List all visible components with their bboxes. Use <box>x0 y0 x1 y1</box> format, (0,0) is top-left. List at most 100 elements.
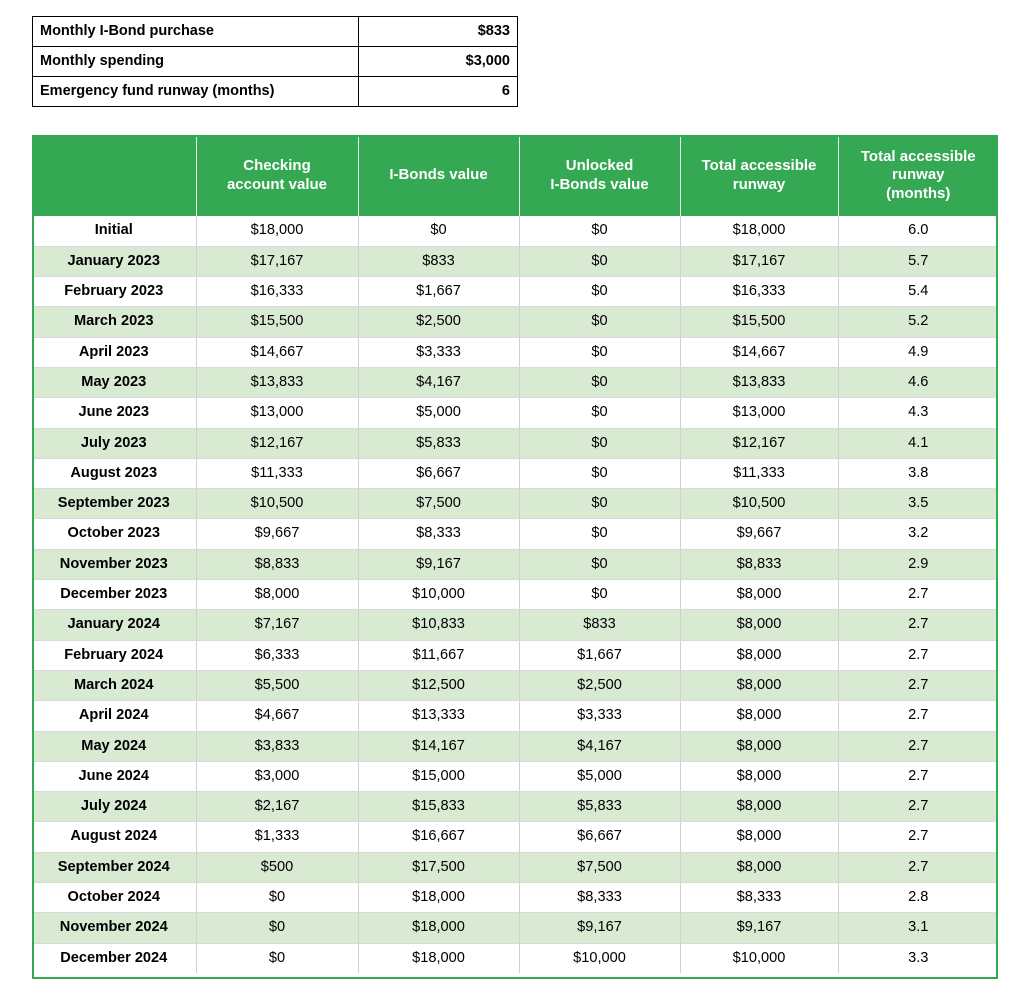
ibonds-value-cell: $6,667 <box>358 458 520 490</box>
checking-value-cell: $10,500 <box>196 488 359 520</box>
ibonds-value-cell: $16,667 <box>358 821 520 853</box>
unlocked-ibonds-value-cell: $0 <box>519 276 681 308</box>
total-runway-cell: $8,000 <box>680 821 839 853</box>
total-runway-cell: $8,000 <box>680 609 839 641</box>
checking-value-cell: $13,833 <box>196 367 359 399</box>
table-row: September 2024 $500 $17,500 $7,500 $8,000 2.7 <box>32 852 998 884</box>
checking-value-cell: $3,833 <box>196 731 359 762</box>
checking-value-cell: $6,333 <box>196 640 359 671</box>
month-cell: March 2024 <box>32 670 197 702</box>
month-cell: September 2023 <box>32 488 197 520</box>
table-row: May 2024 $3,833 $14,167 $4,167 $8,000 2.7 <box>32 731 998 762</box>
unlocked-ibonds-value-cell: $0 <box>519 397 681 429</box>
ibonds-value-cell: $8,333 <box>358 518 520 550</box>
runway-header-row: Checking account value I-Bonds value Unloc… <box>32 135 998 216</box>
checking-value-cell: $3,000 <box>196 761 359 793</box>
unlocked-ibonds-value-cell: $833 <box>519 609 681 641</box>
checking-value-cell: $4,667 <box>196 700 359 732</box>
unlocked-ibonds-value-cell: $0 <box>519 518 681 550</box>
assumption-label: Emergency fund runway (months) <box>32 76 359 107</box>
table-row: February 2024 $6,333 $11,667 $1,667 $8,000 2.… <box>32 640 998 671</box>
total-runway-months-cell: 4.6 <box>838 367 998 399</box>
total-runway-cell: $8,000 <box>680 670 839 702</box>
assumptions-table-body: Monthly I-Bond purchase $833 Monthly spend… <box>32 16 518 107</box>
ibonds-value-cell: $18,000 <box>358 943 520 974</box>
unlocked-ibonds-value-cell: $4,167 <box>519 731 681 762</box>
table-row: December 2024 $0 $18,000 $10,000 $10,000 3.3 <box>32 943 998 974</box>
total-runway-months-cell: 4.9 <box>838 337 998 368</box>
checking-value-cell: $500 <box>196 852 359 884</box>
checking-value-cell: $8,833 <box>196 549 359 581</box>
month-cell: October 2023 <box>32 518 197 550</box>
month-cell: December 2023 <box>32 579 197 611</box>
checking-value-cell: $8,000 <box>196 579 359 611</box>
ibonds-value-cell: $10,833 <box>358 609 520 641</box>
checking-value-cell: $18,000 <box>196 216 359 247</box>
ibonds-value-cell: $5,000 <box>358 397 520 429</box>
total-runway-months-cell: 2.7 <box>838 731 998 762</box>
ibonds-value-cell: $1,667 <box>358 276 520 308</box>
table-row: June 2023 $13,000 $5,000 $0 $13,000 4.3 <box>32 397 998 429</box>
unlocked-ibonds-value-cell: $0 <box>519 458 681 490</box>
month-cell: September 2024 <box>32 852 197 884</box>
total-runway-months-cell: 2.7 <box>838 670 998 702</box>
checking-value-cell: $5,500 <box>196 670 359 702</box>
unlocked-ibonds-value-cell: $1,667 <box>519 640 681 671</box>
total-runway-months-cell: 3.5 <box>838 488 998 520</box>
ibonds-value-cell: $9,167 <box>358 549 520 581</box>
total-runway-months-cell: 5.2 <box>838 306 998 338</box>
ibonds-value-cell: $0 <box>358 216 520 247</box>
assumption-label: Monthly spending <box>32 46 359 77</box>
unlocked-ibonds-value-cell: $10,000 <box>519 943 681 974</box>
assumptions-table: Monthly I-Bond purchase $833 Monthly spend… <box>32 16 518 107</box>
ibonds-value-cell: $15,833 <box>358 791 520 823</box>
checking-value-cell: $15,500 <box>196 306 359 338</box>
total-runway-cell: $11,333 <box>680 458 839 490</box>
table-row: Initial $18,000 $0 $0 $18,000 6.0 <box>32 216 998 247</box>
runway-header-total-accessible-runway: Total accessible runway <box>680 135 839 216</box>
table-row: November 2023 $8,833 $9,167 $0 $8,833 2.9 <box>32 549 998 581</box>
total-runway-cell: $8,000 <box>680 761 839 793</box>
checking-value-cell: $14,667 <box>196 337 359 368</box>
unlocked-ibonds-value-cell: $0 <box>519 579 681 611</box>
table-row: August 2024 $1,333 $16,667 $6,667 $8,000 2.7 <box>32 821 998 853</box>
total-runway-months-cell: 3.8 <box>838 458 998 490</box>
ibonds-value-cell: $2,500 <box>358 306 520 338</box>
ibonds-value-cell: $12,500 <box>358 670 520 702</box>
month-cell: March 2023 <box>32 306 197 338</box>
checking-value-cell: $2,167 <box>196 791 359 823</box>
runway-header-total-accessible-runway-months: Total accessible runway (months) <box>838 135 998 216</box>
ibonds-value-cell: $7,500 <box>358 488 520 520</box>
total-runway-months-cell: 3.3 <box>838 943 998 974</box>
assumption-value: $3,000 <box>358 46 518 77</box>
ibonds-value-cell: $3,333 <box>358 337 520 368</box>
month-cell: August 2023 <box>32 458 197 490</box>
month-cell: June 2023 <box>32 397 197 429</box>
table-row: August 2023 $11,333 $6,667 $0 $11,333 3.8 <box>32 458 998 490</box>
unlocked-ibonds-value-cell: $3,333 <box>519 700 681 732</box>
checking-value-cell: $7,167 <box>196 609 359 641</box>
total-runway-cell: $16,333 <box>680 276 839 308</box>
ibonds-value-cell: $18,000 <box>358 912 520 944</box>
unlocked-ibonds-value-cell: $0 <box>519 216 681 247</box>
total-runway-cell: $8,833 <box>680 549 839 581</box>
total-runway-months-cell: 2.7 <box>838 852 998 884</box>
table-row: September 2023 $10,500 $7,500 $0 $10,500 3.5 <box>32 488 998 520</box>
month-cell: Initial <box>32 216 197 247</box>
total-runway-months-cell: 4.1 <box>838 428 998 459</box>
month-cell: May 2024 <box>32 731 197 762</box>
table-row: June 2024 $3,000 $15,000 $5,000 $8,000 2.7 <box>32 761 998 793</box>
unlocked-ibonds-value-cell: $5,000 <box>519 761 681 793</box>
total-runway-cell: $14,667 <box>680 337 839 368</box>
checking-value-cell: $13,000 <box>196 397 359 429</box>
month-cell: October 2024 <box>32 882 197 914</box>
runway-table-header: Checking account value I-Bonds value Unloc… <box>32 135 998 216</box>
checking-value-cell: $9,667 <box>196 518 359 550</box>
ibonds-value-cell: $5,833 <box>358 428 520 459</box>
table-row: February 2023 $16,333 $1,667 $0 $16,333 5.4 <box>32 276 998 308</box>
table-row: November 2024 $0 $18,000 $9,167 $9,167 3.1 <box>32 912 998 944</box>
ibonds-value-cell: $10,000 <box>358 579 520 611</box>
total-runway-months-cell: 2.7 <box>838 609 998 641</box>
total-runway-months-cell: 3.2 <box>838 518 998 550</box>
checking-value-cell: $0 <box>196 912 359 944</box>
